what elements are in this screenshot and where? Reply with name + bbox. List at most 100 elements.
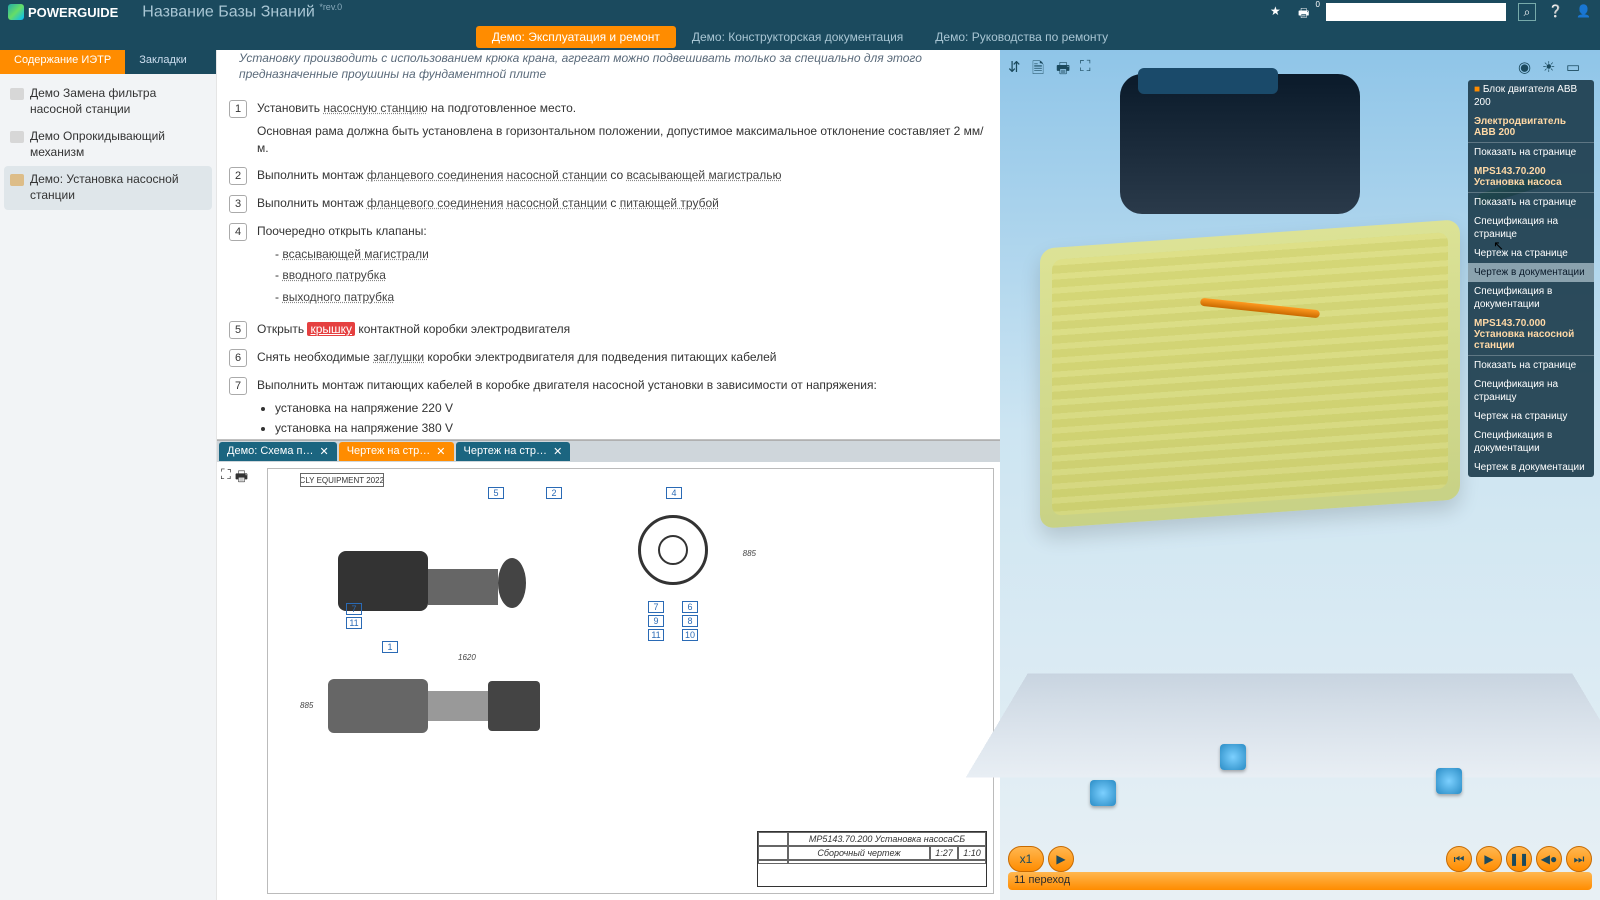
step: 7 Выполнить монтаж питающих кабелей в ко… xyxy=(229,377,988,439)
link-supply[interactable]: питающей трубой xyxy=(620,196,719,210)
dimension: 1620 xyxy=(458,653,476,662)
user-icon[interactable]: 👤 xyxy=(1576,4,1592,20)
close-icon[interactable]: ✕ xyxy=(436,445,445,458)
main-tab-operation[interactable]: Демо: Эксплуатация и ремонт xyxy=(476,26,676,48)
step-note: Основная рама должна быть установлена в … xyxy=(257,123,988,157)
link-station[interactable]: насосной станции xyxy=(507,168,607,182)
close-icon[interactable]: ✕ xyxy=(320,445,329,458)
link-pump-station[interactable]: насосную станцию xyxy=(323,101,427,115)
ctx-item[interactable]: Спецификация в документации xyxy=(1468,426,1594,458)
main-tab-repair-guides[interactable]: Демо: Руководства по ремонту xyxy=(919,26,1124,48)
ctx-item[interactable]: Показать на странице xyxy=(1468,193,1594,212)
sidebar-item[interactable]: Демо Опрокидывающий механизм xyxy=(4,123,212,166)
step-number: 1 xyxy=(229,100,247,118)
stop-icon[interactable]: ◀● xyxy=(1536,846,1562,872)
ctx-item[interactable]: Чертеж на страницу xyxy=(1468,407,1594,426)
print-count: 0 xyxy=(1316,0,1320,9)
pos-tag: 10 xyxy=(682,629,698,641)
link-valve[interactable]: выходного патрубка xyxy=(282,290,394,304)
sidebar-item[interactable]: Демо Замена фильтра насосной станции xyxy=(4,80,212,123)
step: 1 Установить насосную станцию на подгото… xyxy=(229,100,988,156)
pos-tag: 4 xyxy=(666,487,682,499)
folder-icon xyxy=(10,88,24,100)
print-icon[interactable]: 🖶0 xyxy=(1298,4,1314,20)
drawing-header: SPECIFICLY EQUIPMENT 20220-EN5.bt xyxy=(300,473,384,487)
link-cover[interactable]: крышку xyxy=(307,322,355,336)
panel-tab[interactable]: Чертеж на стр…✕ xyxy=(339,442,454,461)
star-icon[interactable]: ★ xyxy=(1270,4,1286,20)
bullet: установка на напряжение 380 V xyxy=(275,420,988,437)
pos-tag: 11 xyxy=(346,617,362,629)
ctx-item[interactable]: Чертеж на странице xyxy=(1468,244,1594,263)
sidebar-tab-toc[interactable]: Содержание ИЭТР xyxy=(0,50,125,74)
play-next-icon[interactable]: ▶ xyxy=(1048,846,1074,872)
app-logo: POWERGUIDE xyxy=(8,4,118,20)
pause-icon[interactable]: ❚❚ xyxy=(1506,846,1532,872)
pos-tag: 7 xyxy=(346,603,362,615)
main-tab-design-docs[interactable]: Демо: Конструкторская документация xyxy=(676,26,919,48)
fit-icon[interactable]: ⛶ xyxy=(221,466,231,483)
search-button[interactable]: ⌕ xyxy=(1518,3,1536,21)
panel-tab[interactable]: Чертеж на стр…✕ xyxy=(456,442,571,461)
sidebar: Содержание ИЭТР Закладки Демо Замена фил… xyxy=(0,50,216,900)
ctx-item[interactable]: Чертеж в документации xyxy=(1468,458,1594,477)
play-icon[interactable]: ▶ xyxy=(1476,846,1502,872)
step-number: 4 xyxy=(229,223,247,241)
forward-icon[interactable]: ⏭ xyxy=(1566,846,1592,872)
lower-panel-tabs: Демо: Схема п…✕ Чертеж на стр…✕ Чертеж н… xyxy=(217,440,1000,462)
link-flange[interactable]: фланцевого соединения xyxy=(367,168,503,182)
link-valve[interactable]: всасывающей магистрали xyxy=(282,247,428,261)
rewind-icon[interactable]: ⏮ xyxy=(1446,846,1472,872)
ctx-item[interactable]: Спецификация на странице xyxy=(1468,212,1594,244)
link-valve[interactable]: вводного патрубка xyxy=(282,268,386,282)
animation-player: x1 ▶ ⏮ ▶ ❚❚ ◀● ⏭ xyxy=(1008,846,1592,872)
ctx-title[interactable]: Блок двигателя АВВ 200 xyxy=(1468,80,1594,112)
link-plugs[interactable]: заглушки xyxy=(373,350,424,364)
doc-intro: Установку производить с использованием к… xyxy=(229,50,988,90)
step: 6 Снять необходимые заглушки коробки эле… xyxy=(229,349,988,367)
dimension: 885 xyxy=(743,549,756,558)
context-menu: Блок двигателя АВВ 200 Электродвигатель … xyxy=(1468,80,1594,477)
print-icon[interactable]: 🖶 xyxy=(235,466,248,490)
step-number: 6 xyxy=(229,349,247,367)
top-bar: POWERGUIDE Название Базы Знаний *rev.0 ★… xyxy=(0,0,1600,24)
kb-title: Название Базы Знаний *rev.0 xyxy=(142,2,342,21)
pos-tag: 9 xyxy=(648,615,664,627)
ctx-heading: MPS143.70.000 Установка насосной станции xyxy=(1468,314,1594,355)
search-input[interactable] xyxy=(1326,3,1506,21)
step: 2 Выполнить монтаж фланцевого соединения… xyxy=(229,167,988,185)
ctx-item[interactable]: Показать на странице xyxy=(1468,143,1594,162)
ctx-item[interactable]: Чертеж в документации xyxy=(1468,263,1594,282)
link-station[interactable]: насосной станции xyxy=(507,196,607,210)
viewer-status: 11 переход xyxy=(1008,872,1592,890)
sidebar-tab-bookmarks[interactable]: Закладки xyxy=(125,50,201,74)
brand-text: POWERGUIDE xyxy=(28,5,118,20)
step: 5 Открыть крышку контактной коробки элек… xyxy=(229,321,988,339)
main-tabbar: Демо: Эксплуатация и ремонт Демо: Констр… xyxy=(0,24,1600,50)
step-number: 5 xyxy=(229,321,247,339)
ctx-item[interactable]: Показать на странице xyxy=(1468,356,1594,375)
folder-icon xyxy=(10,131,24,143)
help-icon[interactable]: ❔ xyxy=(1548,4,1564,20)
step-number: 7 xyxy=(229,377,247,395)
close-icon[interactable]: ✕ xyxy=(553,445,562,458)
link-flange[interactable]: фланцевого соединения xyxy=(367,196,503,210)
pos-tag: 7 xyxy=(648,601,664,613)
drawing-canvas[interactable]: SPECIFICLY EQUIPMENT 20220-EN5.bt 5 2 7 … xyxy=(267,468,994,894)
step: 4 Поочередно открыть клапаны: всасывающе… xyxy=(229,223,988,311)
pos-tag: 11 xyxy=(648,629,664,641)
cursor-icon: ↖ xyxy=(1493,238,1504,254)
link-suction[interactable]: всасывающей магистралью xyxy=(627,168,782,182)
step-number: 2 xyxy=(229,167,247,185)
ctx-item[interactable]: Спецификация на страницу xyxy=(1468,375,1594,407)
drawing-title-block: МР5143.70.200 Установка насосаСБ Сборочн… xyxy=(757,831,987,887)
logo-icon xyxy=(8,4,24,20)
pos-tag: 5 xyxy=(488,487,504,499)
pos-tag: 2 xyxy=(546,487,562,499)
3d-viewer[interactable]: ⇵ 🗎 🖶 ⛶ ◉ ☀ ▭ Блок двигателя АВВ 200 Эле… xyxy=(1000,50,1600,900)
panel-tab[interactable]: Демо: Схема п…✕ xyxy=(219,442,337,461)
ctx-item[interactable]: Спецификация в документации xyxy=(1468,282,1594,314)
sidebar-item[interactable]: Демо: Установка насосной станции xyxy=(4,166,212,209)
speed-button[interactable]: x1 xyxy=(1008,846,1044,872)
document-pane[interactable]: Установку производить с использованием к… xyxy=(217,50,1000,440)
